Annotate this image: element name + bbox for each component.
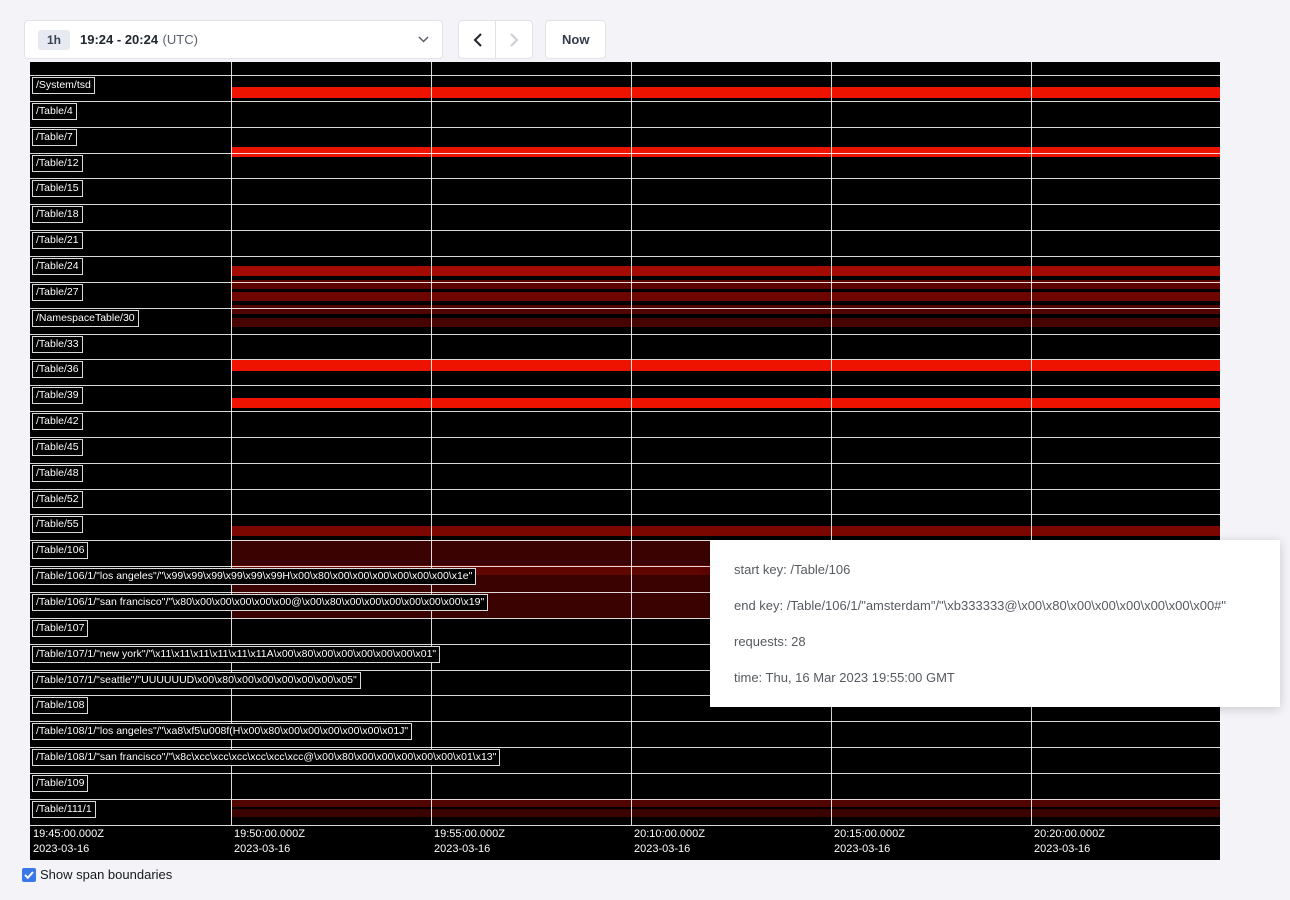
row-label: /Table/36 [32, 361, 83, 378]
gridline-vertical [631, 62, 632, 825]
duration-badge: 1h [38, 30, 70, 50]
time-range-text: 19:24 - 20:24 [80, 32, 158, 47]
prev-time-button[interactable] [458, 20, 496, 59]
gridline-horizontal [30, 101, 1220, 102]
row-label: /Table/48 [32, 465, 83, 482]
tooltip-start-key: start key: /Table/106 [734, 562, 1256, 577]
row-label: /Table/45 [32, 439, 83, 456]
gridline-horizontal [30, 282, 1220, 283]
heat-band [231, 292, 1220, 301]
row-label: /Table/111/1 [32, 801, 96, 818]
gridline-horizontal [30, 385, 1220, 386]
gridline-horizontal [30, 411, 1220, 412]
row-label: /Table/107 [32, 620, 88, 637]
gridline-horizontal [30, 514, 1220, 515]
gridline-horizontal [30, 773, 1220, 774]
row-label: /Table/18 [32, 206, 83, 223]
span-boundaries-control: Show span boundaries [22, 867, 172, 882]
row-label: /Table/33 [32, 336, 83, 353]
gridline-vertical [1031, 62, 1032, 825]
gridline-horizontal [30, 230, 1220, 231]
row-label: /Table/27 [32, 284, 83, 301]
next-time-button[interactable] [495, 20, 533, 59]
row-label: /NamespaceTable/30 [32, 310, 139, 327]
heat-band [231, 318, 1220, 327]
row-label: /Table/108/1/"san francisco"/"\x8c\xcc\x… [32, 749, 500, 766]
gridline-horizontal [30, 75, 1220, 76]
row-label: /Table/106/1/"los angeles"/"\x99\x99\x99… [32, 568, 476, 585]
row-label: /Table/106/1/"san francisco"/"\x80\x00\x… [32, 594, 488, 611]
row-label: /Table/109 [32, 775, 88, 792]
time-nav-group [458, 20, 533, 59]
heat-band [231, 809, 1220, 817]
tooltip-requests: requests: 28 [734, 634, 1256, 649]
heat-band [231, 266, 1220, 276]
time-range-selector[interactable]: 1h 19:24 - 20:24 (UTC) [24, 20, 443, 59]
row-label: /Table/55 [32, 516, 83, 533]
heat-band [231, 305, 1220, 314]
timezone-text: (UTC) [163, 32, 198, 47]
gridline-vertical [431, 62, 432, 825]
gridline-horizontal [30, 359, 1220, 360]
chevron-down-icon [418, 36, 429, 43]
gridline-horizontal [30, 178, 1220, 179]
heat-band [231, 87, 1220, 98]
time-axis-label: 20:10:00.000Z2023-03-16 [634, 827, 705, 857]
gridline-horizontal [30, 153, 1220, 154]
row-label: /Table/106 [32, 542, 88, 559]
heat-band [231, 360, 1220, 371]
gridline-horizontal [30, 489, 1220, 490]
time-axis-label: 19:50:00.000Z2023-03-16 [234, 827, 305, 857]
gridline-horizontal [30, 256, 1220, 257]
time-axis-label: 20:20:00.000Z2023-03-16 [1034, 827, 1105, 857]
heat-band [231, 799, 1220, 807]
row-label: /Table/107/1/"new york"/"\x11\x11\x11\x1… [32, 646, 440, 663]
row-label: /System/tsd [32, 77, 95, 94]
show-span-boundaries-checkbox[interactable] [22, 868, 36, 882]
gridline-horizontal [30, 799, 1220, 800]
time-axis-label: 19:55:00.000Z2023-03-16 [434, 827, 505, 857]
row-label: /Table/107/1/"seattle"/"UUUUUUD\x00\x80\… [32, 672, 361, 689]
key-visualizer-page: 1h 19:24 - 20:24 (UTC) Now start key: /T… [0, 0, 1290, 900]
row-label: /Table/108/1/"los angeles"/"\xa8\xf5\u00… [32, 723, 412, 740]
now-button[interactable]: Now [545, 20, 606, 59]
gridline-horizontal [30, 721, 1220, 722]
heat-band [231, 526, 1220, 536]
gridline-horizontal [30, 334, 1220, 335]
row-label: /Table/7 [32, 129, 77, 146]
row-label: /Table/42 [32, 413, 83, 430]
gridline-vertical [831, 62, 832, 825]
time-toolbar: 1h 19:24 - 20:24 (UTC) Now [24, 20, 606, 59]
key-visualizer-canvas[interactable]: start key: /Table/106 end key: /Table/10… [30, 62, 1220, 860]
gridline-horizontal [30, 204, 1220, 205]
gridline-horizontal [30, 127, 1220, 128]
row-label: /Table/24 [32, 258, 83, 275]
gridline-horizontal [30, 825, 1220, 826]
show-span-boundaries-label: Show span boundaries [40, 867, 172, 882]
time-axis-label: 20:15:00.000Z2023-03-16 [834, 827, 905, 857]
row-label: /Table/52 [32, 491, 83, 508]
row-label: /Table/21 [32, 232, 83, 249]
gridline-horizontal [30, 463, 1220, 464]
gridline-horizontal [30, 747, 1220, 748]
heat-band [231, 398, 1220, 408]
gridline-vertical [231, 62, 232, 825]
row-label: /Table/12 [32, 155, 83, 172]
gridline-horizontal [30, 437, 1220, 438]
tooltip-end-key: end key: /Table/106/1/"amsterdam"/"\xb33… [734, 598, 1256, 613]
row-label: /Table/39 [32, 387, 83, 404]
gridline-horizontal [30, 308, 1220, 309]
row-label: /Table/108 [32, 697, 88, 714]
time-axis-label: 19:45:00.000Z2023-03-16 [33, 827, 104, 857]
tooltip-time: time: Thu, 16 Mar 2023 19:55:00 GMT [734, 670, 1256, 685]
row-label: /Table/4 [32, 103, 77, 120]
row-label: /Table/15 [32, 180, 83, 197]
hover-tooltip: start key: /Table/106 end key: /Table/10… [710, 540, 1280, 707]
